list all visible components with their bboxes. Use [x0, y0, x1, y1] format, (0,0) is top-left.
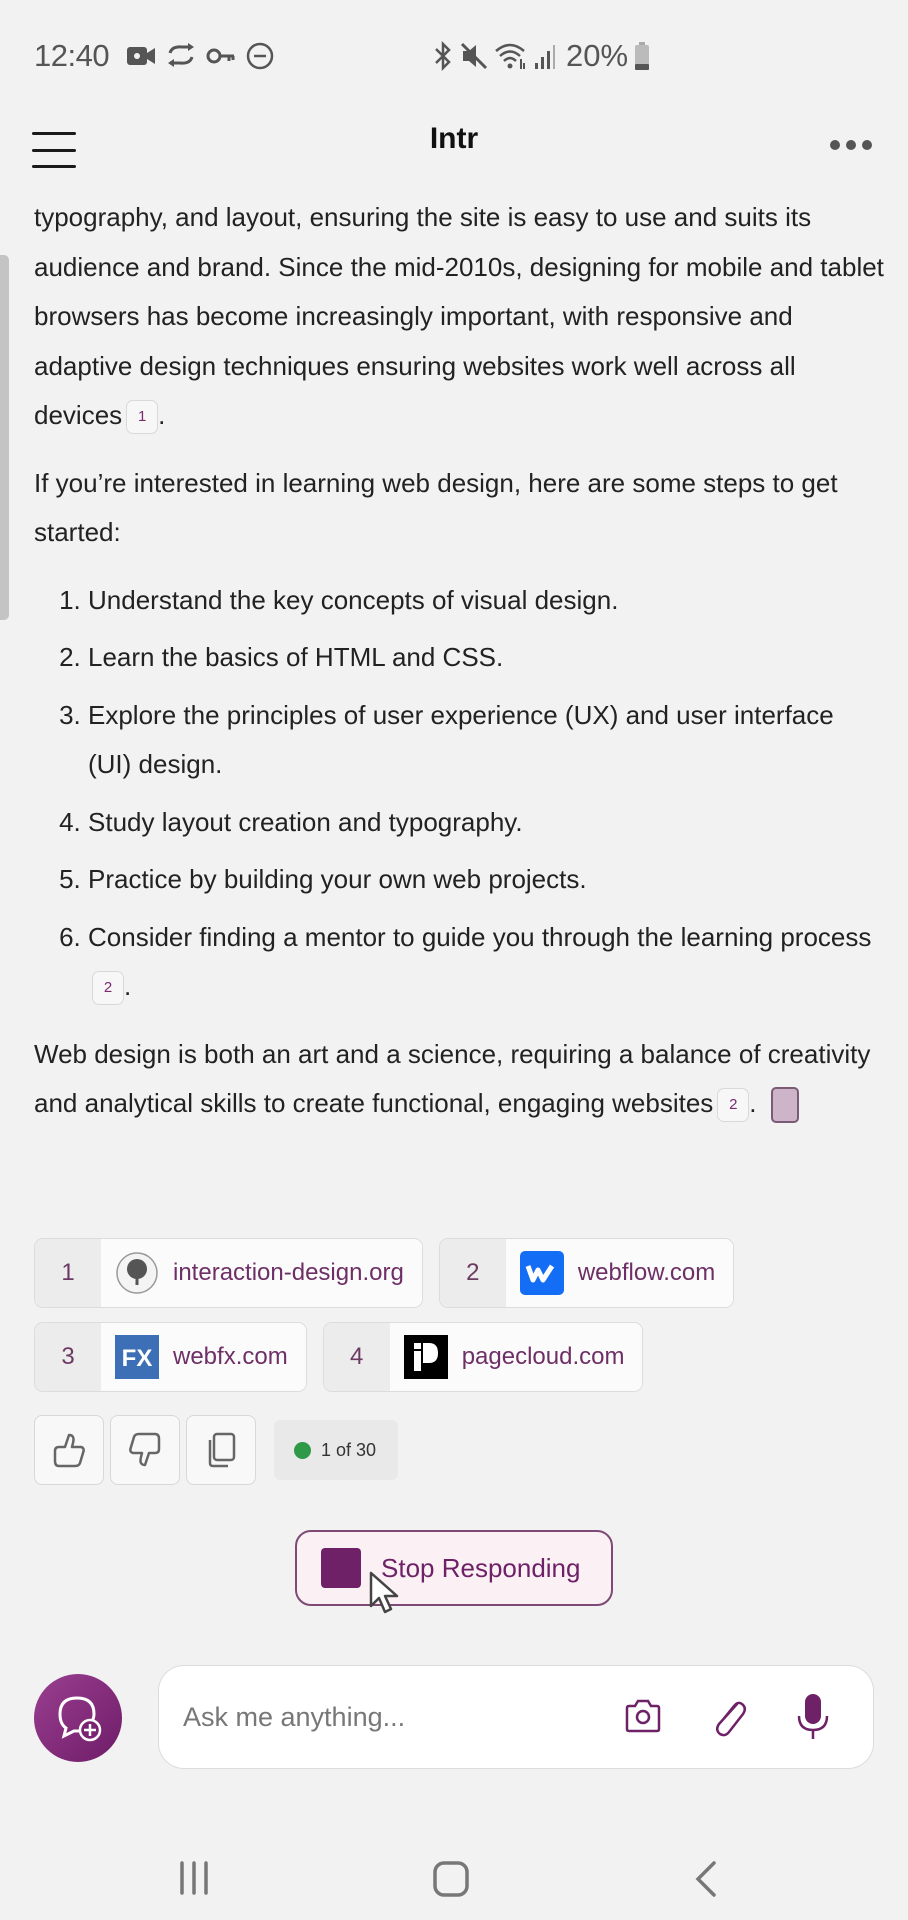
list-item: Study layout creation and typography.: [88, 798, 884, 848]
list-item: Understand the key concepts of visual de…: [88, 576, 884, 626]
steps-list: Understand the key concepts of visual de…: [34, 576, 884, 1012]
status-bar: 12:40 20%: [0, 0, 908, 110]
assistant-message: typography, and layout, ensuring the sit…: [34, 193, 884, 1147]
sources-list: 1 interaction-design.org 2 webflow.com 3: [34, 1238, 884, 1406]
new-chat-button[interactable]: [34, 1674, 122, 1762]
source-number: 1: [35, 1239, 101, 1307]
wifi-icon: [495, 43, 525, 69]
attachment-icon[interactable]: [709, 1696, 749, 1740]
webflow-logo-icon: [519, 1251, 564, 1295]
microphone-icon[interactable]: [795, 1692, 831, 1742]
citation-badge[interactable]: 2: [717, 1088, 750, 1123]
status-right-icons: 20%: [432, 38, 650, 74]
battery-icon: [635, 42, 650, 70]
message-paragraph: typography, and layout, ensuring the sit…: [34, 193, 884, 441]
source-number: 4: [323, 1323, 390, 1391]
message-input-box: [158, 1665, 874, 1769]
camera-icon[interactable]: [623, 1696, 663, 1736]
source-label: webflow.com: [577, 1259, 716, 1286]
new-chat-icon: [58, 1696, 102, 1742]
stop-responding-button[interactable]: Stop Responding: [295, 1530, 613, 1606]
list-item-text: Consider finding a mentor to guide you t…: [88, 921, 872, 952]
thumbs-down-icon: [129, 1432, 161, 1467]
message-paragraph: If you’re interested in learning web des…: [34, 467, 838, 548]
source-label: pagecloud.com: [461, 1343, 625, 1370]
response-counter: 1 of 30: [274, 1420, 399, 1480]
back-icon[interactable]: [692, 1860, 720, 1898]
stop-icon: [321, 1548, 361, 1588]
thumbs-down-button[interactable]: [110, 1415, 180, 1485]
system-nav-bar: [0, 1830, 908, 1920]
video-call-icon: [127, 47, 155, 65]
recent-apps-icon[interactable]: [178, 1860, 214, 1896]
app-header: Intr: [0, 110, 908, 190]
source-chip[interactable]: 4 pagecloud.com: [322, 1322, 644, 1392]
webfx-logo-icon: FX: [115, 1335, 159, 1379]
source-number: 2: [439, 1239, 506, 1307]
message-input[interactable]: [181, 1696, 585, 1738]
svg-text:FX: FX: [122, 1345, 153, 1372]
home-icon[interactable]: [432, 1860, 470, 1898]
source-label: interaction-design.org: [173, 1259, 404, 1286]
interaction-design-logo-icon: [115, 1251, 159, 1295]
copy-button[interactable]: [186, 1415, 256, 1485]
sync-icon: [168, 43, 194, 67]
list-item: Explore the principles of user experienc…: [88, 691, 884, 790]
stop-button-label: Stop Responding: [381, 1552, 581, 1583]
typing-cursor: [770, 1087, 799, 1124]
page-title: Intr: [429, 122, 479, 155]
message-paragraph: Web design is both an art and a science,…: [34, 1030, 884, 1129]
signal-icon: [535, 45, 555, 69]
list-item: Consider finding a mentor to guide you t…: [88, 913, 884, 1012]
thumbs-up-icon: [53, 1433, 85, 1468]
copy-icon: [208, 1432, 236, 1468]
status-left-icons: [126, 42, 274, 70]
pagecloud-logo-icon: [403, 1335, 448, 1379]
vpn-key-icon: [206, 48, 235, 64]
source-label: webfx.com: [173, 1343, 288, 1370]
source-chip[interactable]: 1 interaction-design.org: [34, 1238, 423, 1308]
source-chip[interactable]: 3 FX webfx.com: [34, 1322, 307, 1392]
source-number: 3: [35, 1323, 101, 1391]
list-item: Practice by building your own web projec…: [88, 855, 884, 905]
source-chip[interactable]: 2 webflow.com: [438, 1238, 735, 1308]
do-not-disturb-icon: [246, 42, 274, 70]
list-item: Learn the basics of HTML and CSS.: [88, 633, 884, 683]
mute-icon: [460, 42, 488, 70]
citation-badge[interactable]: 2: [92, 971, 124, 1006]
counter-text: 1 of 30: [321, 1439, 377, 1460]
citation-badge[interactable]: 1: [126, 400, 159, 435]
battery-percent: 20%: [566, 38, 629, 73]
mouse-pointer-icon: [369, 1571, 399, 1614]
scrollbar[interactable]: [0, 255, 9, 620]
status-dot: [294, 1441, 311, 1459]
bluetooth-icon: [435, 41, 451, 71]
status-time: 12:40: [34, 38, 110, 73]
more-options-icon[interactable]: [830, 140, 872, 150]
thumbs-up-button[interactable]: [34, 1415, 104, 1485]
paragraph-text: typography, and layout, ensuring the sit…: [34, 202, 884, 430]
message-actions: 1 of 30: [34, 1415, 399, 1485]
